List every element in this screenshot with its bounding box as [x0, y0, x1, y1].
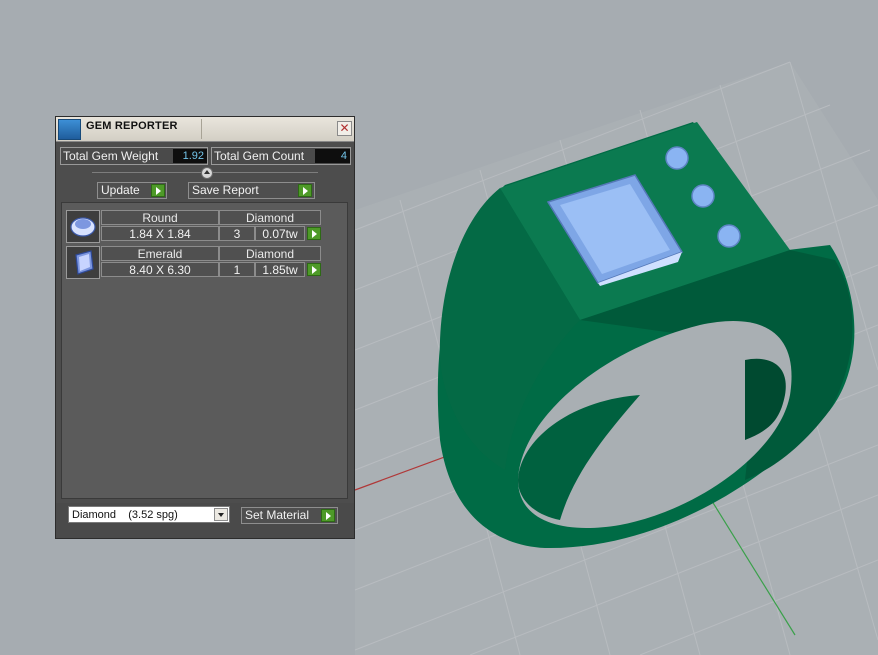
- gem-reporter-panel: GEM REPORTER ✕ Total Gem Weight 1.92 Tot…: [55, 116, 355, 539]
- total-count-value: 4: [315, 149, 350, 163]
- round-gem-model: [691, 184, 715, 208]
- gem-list: Round Diamond 1.84 X 1.84 3 0.07tw Emera…: [61, 202, 348, 499]
- set-material-button[interactable]: Set Material: [241, 507, 338, 524]
- update-button[interactable]: Update: [97, 182, 167, 199]
- round-gem-model: [717, 224, 741, 248]
- total-count-label: Total Gem Count: [214, 149, 305, 163]
- select-gem-button[interactable]: [307, 263, 321, 276]
- gem-size: 8.40 X 6.30: [101, 262, 219, 277]
- total-weight-label: Total Gem Weight: [63, 149, 159, 163]
- gem-size: 1.84 X 1.84: [101, 226, 219, 241]
- gem-weight: 1.85tw: [255, 262, 305, 277]
- gem-row[interactable]: Round Diamond 1.84 X 1.84 3 0.07tw: [66, 210, 324, 244]
- save-report-button[interactable]: Save Report: [188, 182, 315, 199]
- material-bar: Diamond (3.52 spg) Set Material: [56, 503, 354, 538]
- material-select[interactable]: Diamond (3.52 spg): [68, 506, 230, 523]
- gem-row[interactable]: Emerald Diamond 8.40 X 6.30 1 1.85tw: [66, 246, 324, 280]
- gem-cut: Emerald: [101, 246, 219, 261]
- save-report-label: Save Report: [192, 183, 259, 197]
- collapse-handle[interactable]: [201, 167, 213, 179]
- chevron-down-icon[interactable]: [214, 508, 228, 521]
- gem-weight: 0.07tw: [255, 226, 305, 241]
- close-icon[interactable]: ✕: [337, 121, 352, 136]
- total-gem-count: Total Gem Count 4: [211, 147, 351, 165]
- round-gem-model: [665, 146, 689, 170]
- set-material-label: Set Material: [245, 508, 310, 522]
- emerald-gem-icon: [66, 246, 100, 279]
- material-select-value: Diamond (3.52 spg): [72, 509, 178, 521]
- gem-material: Diamond: [219, 210, 321, 225]
- gem-material: Diamond: [219, 246, 321, 261]
- total-gem-weight: Total Gem Weight 1.92: [60, 147, 208, 165]
- select-gem-button[interactable]: [307, 227, 321, 240]
- gem-count: 3: [219, 226, 255, 241]
- total-weight-value: 1.92: [173, 149, 207, 163]
- collapse-arrow-icon: [204, 170, 210, 174]
- gem-count: 1: [219, 262, 255, 277]
- play-icon: [321, 509, 335, 522]
- update-label: Update: [101, 183, 140, 197]
- round-gem-icon: [66, 210, 100, 243]
- gem-cut: Round: [101, 210, 219, 225]
- play-icon: [298, 184, 312, 197]
- panel-titlebar[interactable]: GEM REPORTER ✕: [56, 117, 354, 142]
- play-icon: [151, 184, 165, 197]
- title-separator: [201, 119, 202, 139]
- gem-reporter-icon: [58, 119, 81, 140]
- panel-title: GEM REPORTER: [86, 120, 178, 132]
